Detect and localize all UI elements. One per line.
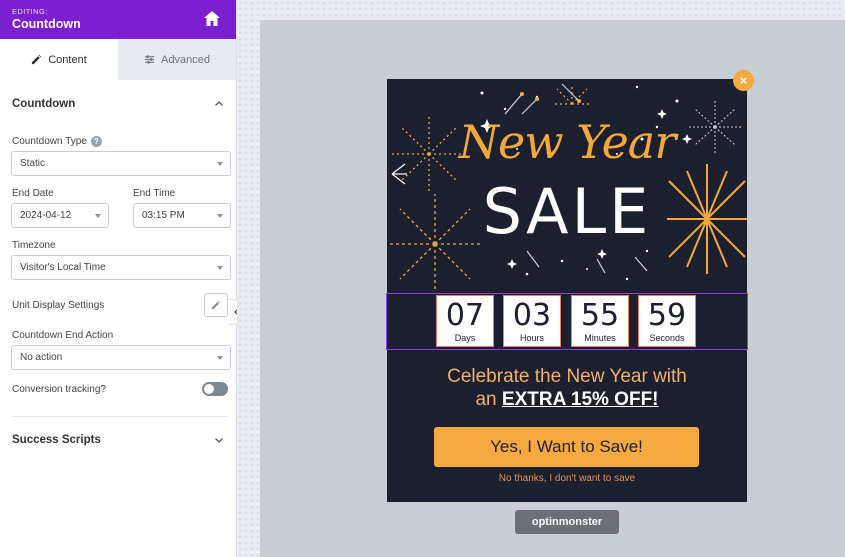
headline-main[interactable]: SALE bbox=[387, 175, 747, 248]
sliders-icon bbox=[144, 55, 155, 64]
sidebar-tabs: Content Advanced bbox=[0, 39, 236, 80]
end-action-select[interactable]: No action bbox=[11, 345, 231, 370]
countdown-type-label-row: Countdown Type ? bbox=[0, 136, 114, 147]
sidebar-header: EDITING: Countdown bbox=[0, 0, 236, 39]
end-date-field[interactable]: 2024-04-12 bbox=[11, 203, 109, 228]
timezone-label: Timezone bbox=[12, 240, 56, 251]
pencil-icon bbox=[32, 54, 42, 65]
close-icon[interactable]: × bbox=[733, 70, 754, 91]
end-date-value: 2024-04-12 bbox=[20, 210, 72, 221]
countdown-days-label: Days bbox=[454, 333, 476, 343]
editing-title: Countdown bbox=[12, 17, 81, 31]
chevron-up-icon bbox=[215, 101, 223, 106]
chevron-down-icon bbox=[215, 438, 223, 443]
countdown-days: 07 Days bbox=[436, 295, 494, 347]
toggle-knob bbox=[204, 384, 214, 394]
tab-content-label: Content bbox=[48, 53, 87, 66]
promo-line-2-prefix: an bbox=[475, 389, 497, 410]
caret-down-icon bbox=[95, 214, 101, 218]
decline-link[interactable]: No thanks, I don't want to save bbox=[387, 473, 747, 484]
countdown-type-select[interactable]: Static bbox=[11, 151, 231, 176]
countdown-minutes-value: 55 bbox=[580, 298, 620, 333]
countdown-hours: 03 Hours bbox=[503, 295, 561, 347]
countdown-days-value: 07 bbox=[445, 298, 485, 333]
question-circle-icon[interactable]: ? bbox=[90, 136, 102, 147]
promo-discount: EXTRA 15% OFF! bbox=[501, 389, 659, 410]
editor-sidebar: EDITING: Countdown Content Advanced Coun… bbox=[0, 0, 237, 557]
countdown-type-label: Countdown Type bbox=[12, 136, 87, 147]
headline-script[interactable]: New Year bbox=[387, 115, 747, 169]
unit-display-label: Unit Display Settings bbox=[12, 299, 105, 311]
countdown-timer[interactable]: 07 Days 03 Hours 55 Minutes 59 Seconds bbox=[386, 293, 748, 350]
countdown-seconds-value: 59 bbox=[647, 298, 687, 333]
countdown-section-title: Countdown bbox=[12, 98, 76, 110]
countdown-section-header[interactable]: Countdown bbox=[0, 80, 236, 128]
end-time-field[interactable]: 03:15 PM bbox=[133, 203, 231, 228]
promo-line-2[interactable]: an EXTRA 15% OFF! bbox=[387, 389, 747, 411]
end-time-value: 03:15 PM bbox=[142, 210, 185, 221]
conversion-tracking-toggle[interactable] bbox=[202, 382, 228, 396]
timezone-value: Visitor's Local Time bbox=[20, 262, 106, 273]
countdown-seconds: 59 Seconds bbox=[638, 295, 696, 347]
cta-button[interactable]: Yes, I Want to Save! bbox=[434, 427, 699, 467]
countdown-type-value: Static bbox=[20, 158, 46, 169]
countdown-hours-label: Hours bbox=[519, 333, 544, 343]
countdown-seconds-label: Seconds bbox=[649, 333, 685, 343]
conversion-tracking-label: Conversion tracking? bbox=[12, 383, 106, 395]
unit-display-edit-button[interactable] bbox=[204, 293, 228, 317]
unit-display-row: Unit Display Settings bbox=[0, 293, 236, 317]
end-action-value: No action bbox=[20, 352, 63, 363]
success-scripts-section-header[interactable]: Success Scripts bbox=[0, 416, 236, 464]
caret-down-icon bbox=[217, 214, 223, 218]
home-icon[interactable] bbox=[202, 9, 222, 29]
countdown-minutes: 55 Minutes bbox=[571, 295, 629, 347]
conversion-tracking-row: Conversion tracking? bbox=[0, 382, 236, 396]
caret-down-icon bbox=[217, 266, 223, 270]
end-action-label: Countdown End Action bbox=[12, 330, 114, 341]
editing-label: EDITING: bbox=[12, 7, 48, 16]
tab-advanced[interactable]: Advanced bbox=[118, 39, 236, 80]
success-scripts-title: Success Scripts bbox=[12, 434, 101, 446]
end-date-label: End Date bbox=[12, 188, 54, 199]
caret-down-icon bbox=[217, 162, 223, 166]
end-time-label: End Time bbox=[133, 188, 176, 199]
countdown-hours-value: 03 bbox=[512, 298, 552, 333]
optinmonster-badge: optinmonster bbox=[515, 510, 619, 534]
pencil-icon bbox=[211, 300, 221, 310]
countdown-minutes-label: Minutes bbox=[584, 333, 616, 343]
timezone-select[interactable]: Visitor's Local Time bbox=[11, 255, 231, 280]
tab-content[interactable]: Content bbox=[0, 39, 118, 80]
caret-down-icon bbox=[217, 356, 223, 360]
promo-line-1[interactable]: Celebrate the New Year with bbox=[387, 366, 747, 388]
tab-advanced-label: Advanced bbox=[161, 53, 210, 66]
